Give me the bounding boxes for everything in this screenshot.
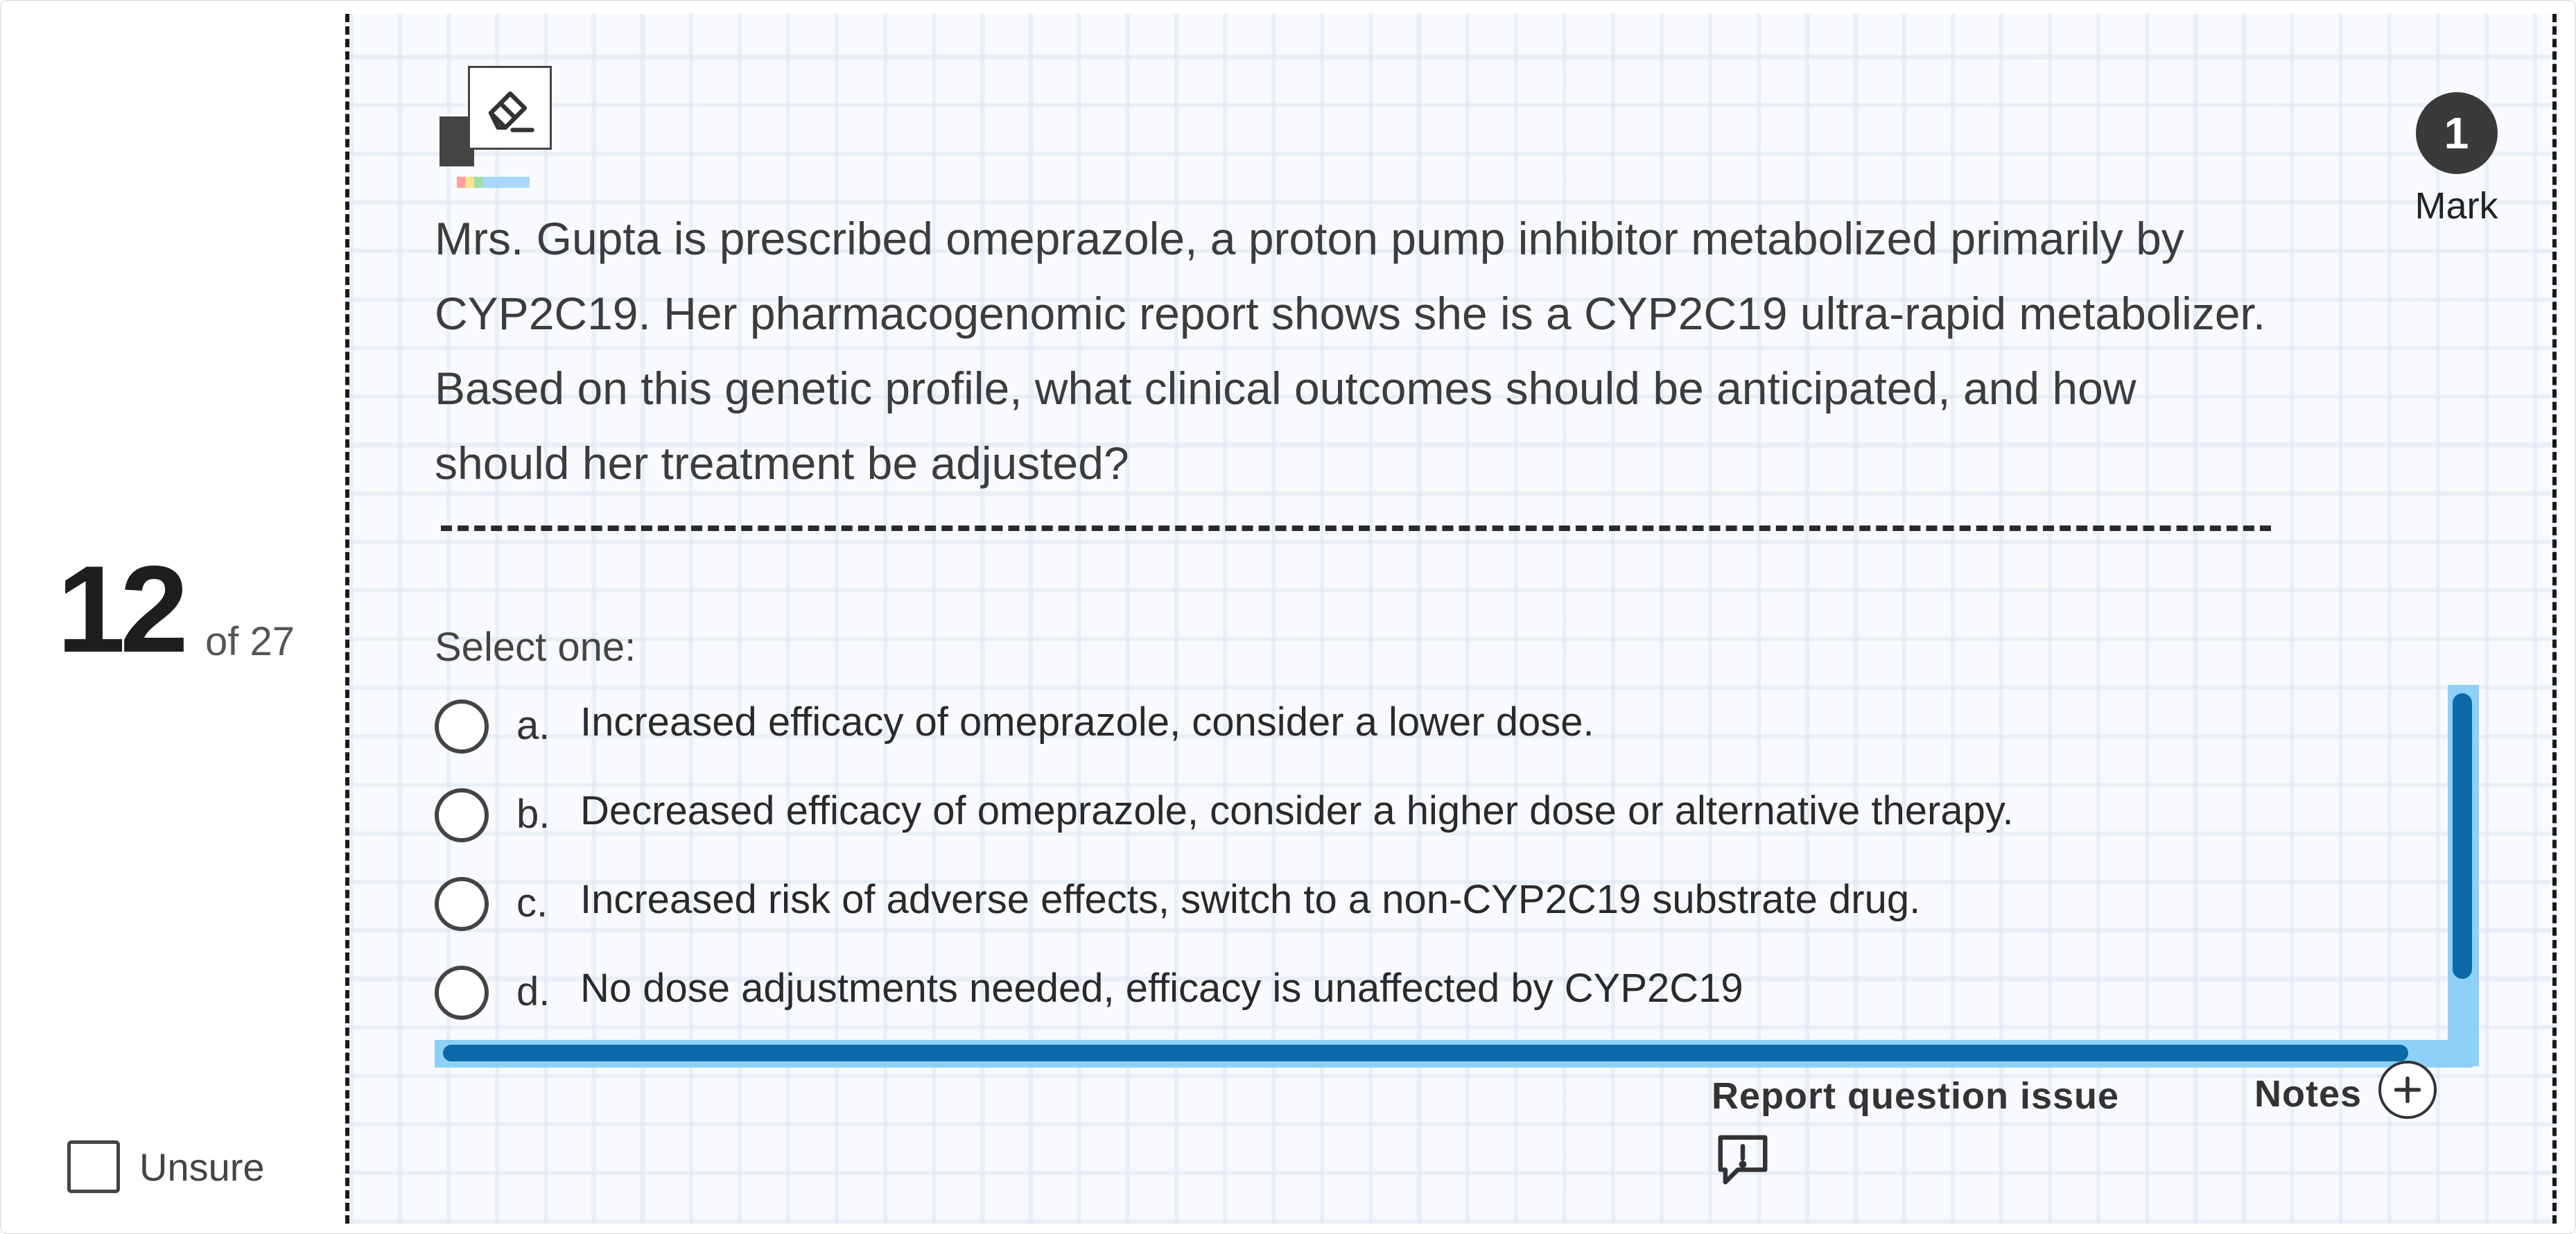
- question-text: Mrs. Gupta is prescribed omeprazole, a p…: [435, 213, 2266, 489]
- option-letter: c.: [516, 880, 548, 926]
- mark-label: Mark: [2414, 185, 2498, 227]
- notes-label: Notes: [2254, 1073, 2362, 1115]
- question-sidebar: 12 of 27 Unsure: [0, 0, 343, 1234]
- unsure-checkbox-box[interactable]: [67, 1140, 120, 1193]
- radio-button[interactable]: [435, 699, 489, 754]
- comment-exclamation-icon[interactable]: [1712, 1130, 2119, 1193]
- answer-option-b[interactable]: b. Decreased efficacy of omeprazole, con…: [435, 785, 2237, 862]
- option-letter: b.: [516, 792, 550, 837]
- option-text: No dose adjustments needed, efficacy is …: [580, 966, 1743, 1011]
- answer-option-a[interactable]: a. Increased efficacy of omeprazole, con…: [435, 697, 2237, 773]
- report-question-issue-label: Report question issue: [1712, 1075, 2120, 1117]
- answer-option-d[interactable]: d. No dose adjustments needed, efficacy …: [435, 963, 2237, 1039]
- mark-button[interactable]: 1 Mark: [2410, 92, 2503, 227]
- highlight-color-strip: [457, 177, 530, 188]
- unsure-checkbox[interactable]: Unsure: [67, 1140, 265, 1193]
- plus-circle-icon[interactable]: [2378, 1061, 2437, 1119]
- eraser-tool[interactable]: [440, 66, 552, 192]
- question-card: 1 Mark Mrs. Gupta is prescribed omeprazo…: [345, 14, 2557, 1224]
- question-divider: [441, 525, 2271, 531]
- horizontal-scrollbar-thumb[interactable]: [443, 1045, 2408, 1061]
- answer-option-c[interactable]: c. Increased risk of adverse effects, sw…: [435, 874, 2237, 950]
- notes-button[interactable]: Notes: [2254, 1061, 2437, 1119]
- answer-options: a. Increased efficacy of omeprazole, con…: [435, 697, 2306, 1061]
- radio-button[interactable]: [435, 788, 489, 842]
- radio-button[interactable]: [435, 966, 489, 1020]
- select-one-prompt: Select one:: [435, 625, 636, 670]
- option-text: Increased risk of adverse effects, switc…: [580, 877, 1921, 922]
- question-number: 12: [57, 540, 189, 678]
- report-question-issue-button[interactable]: Report question issue: [1712, 1075, 2119, 1193]
- option-letter: a.: [516, 703, 550, 748]
- vertical-scrollbar-thumb[interactable]: [2453, 693, 2472, 979]
- unsure-label: Unsure: [139, 1145, 265, 1189]
- question-total: of 27: [205, 619, 295, 664]
- mark-count-badge[interactable]: 1: [2415, 92, 2498, 174]
- option-letter: d.: [516, 969, 550, 1014]
- radio-button[interactable]: [435, 877, 489, 931]
- option-text: Increased efficacy of omeprazole, consid…: [580, 699, 1594, 745]
- option-text: Decreased efficacy of omeprazole, consid…: [580, 788, 2014, 833]
- eraser-icon[interactable]: [468, 66, 552, 150]
